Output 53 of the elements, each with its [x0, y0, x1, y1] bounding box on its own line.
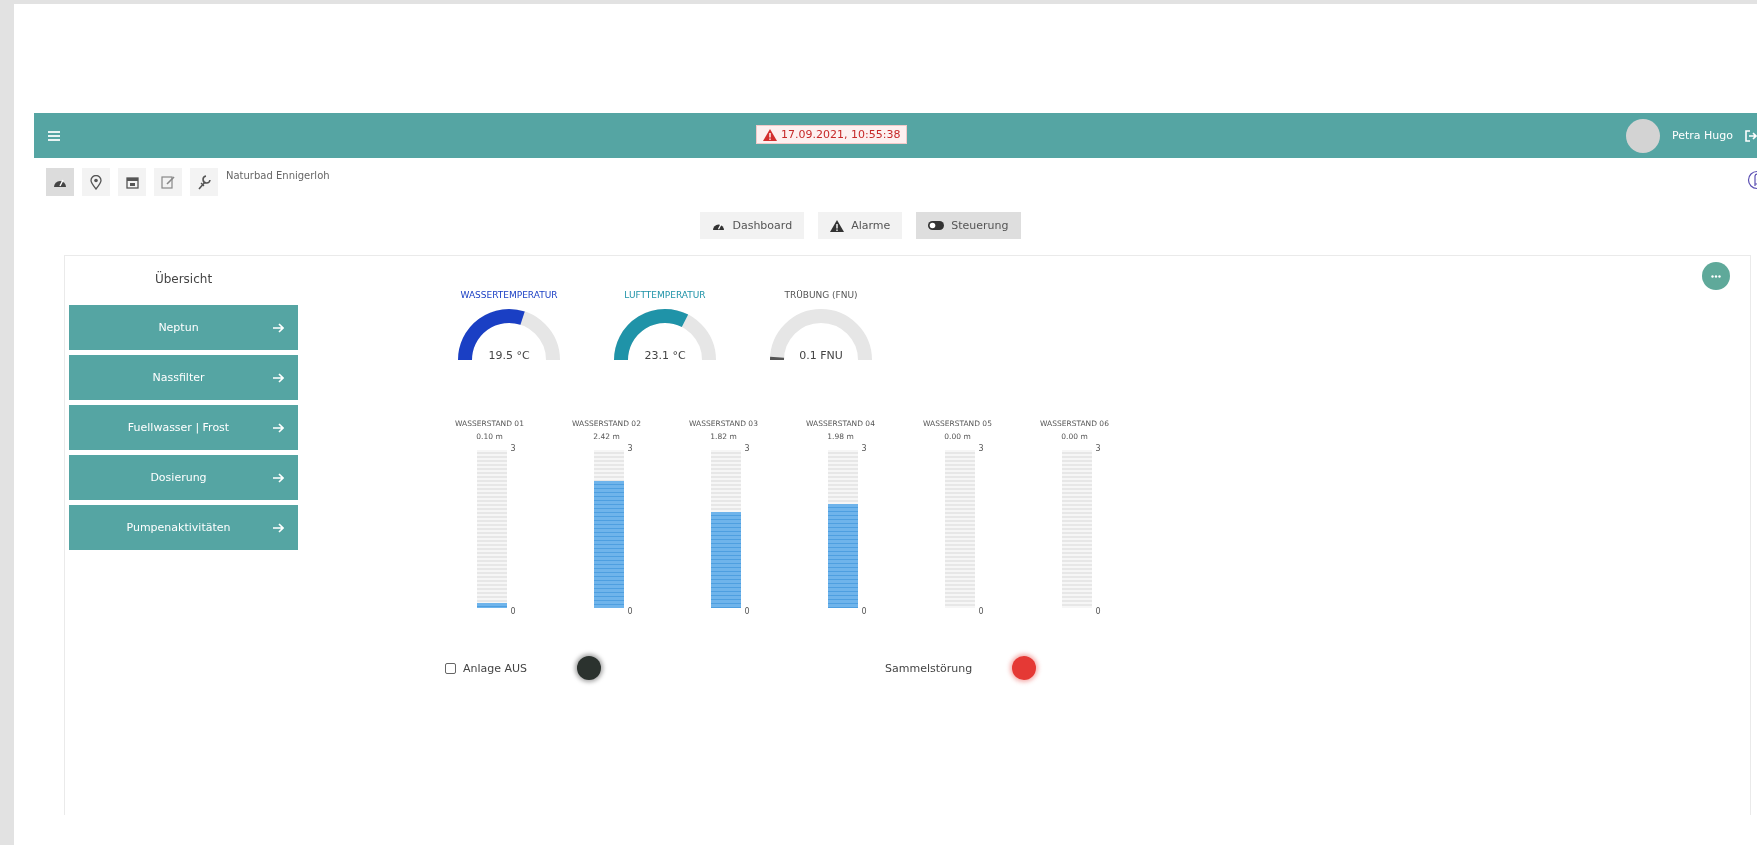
scale-min: 0: [978, 607, 984, 616]
gauge-reading: 0.1 FNU: [798, 349, 844, 362]
scale-min: 0: [627, 607, 633, 616]
sidebar-item[interactable]: Fuellwasser | Frost: [69, 405, 298, 450]
scale-min: 0: [510, 607, 516, 616]
location-pin-icon: [90, 174, 102, 190]
warning-icon: [763, 128, 777, 141]
gauge-tool-button[interactable]: [46, 168, 74, 196]
scale-max: 3: [627, 444, 633, 453]
tab[interactable]: Steuerung: [916, 212, 1021, 239]
tab[interactable]: Alarme: [818, 212, 903, 239]
scale-min: 0: [744, 607, 750, 616]
calendar-tool-button[interactable]: [118, 168, 146, 196]
logout-icon[interactable]: [1745, 129, 1757, 142]
scale-max: 3: [744, 444, 750, 453]
scale-min: 0: [1095, 607, 1101, 616]
edit-icon: [160, 175, 176, 189]
more-button[interactable]: [1702, 262, 1730, 290]
pin-tool-button[interactable]: [82, 168, 110, 196]
arrow-right-icon: [273, 372, 284, 383]
calendar-icon: [125, 175, 139, 189]
sidebar-item[interactable]: Nassfilter: [69, 355, 298, 400]
wrench-tool-button[interactable]: [190, 168, 218, 196]
sidebar-item[interactable]: Neptun: [69, 305, 298, 350]
scale-max: 3: [1095, 444, 1101, 453]
sidebar-title: Übersicht: [153, 270, 214, 288]
tab[interactable]: Dashboard: [700, 212, 805, 239]
menu-icon[interactable]: [48, 130, 60, 141]
arrow-right-icon: [273, 422, 284, 433]
gauge-label: WASSERTEMPERATUR: [460, 290, 558, 300]
gauge-reading: 19.5 °C: [487, 349, 531, 362]
more-icon: [1711, 274, 1721, 278]
sidebar-item[interactable]: Dosierung: [69, 455, 298, 500]
arrow-right-icon: [273, 322, 284, 333]
warning-icon: [830, 219, 845, 232]
arrow-right-icon: [273, 522, 284, 533]
wrench-icon: [196, 174, 212, 190]
arrow-right-icon: [273, 472, 284, 483]
toggle-icon: [928, 221, 945, 230]
gauge-label: LUFTTEMPERATUR: [624, 290, 706, 300]
gauge-reading: 23.1 °C: [643, 349, 687, 362]
status-label: Sammelstörung: [885, 661, 973, 675]
scale-max: 3: [978, 444, 984, 453]
sidebar-item[interactable]: Pumpenaktivitäten: [69, 505, 298, 550]
site-name: Naturbad Ennigerloh: [226, 170, 330, 181]
checkbox-label: Anlage AUS: [463, 661, 528, 675]
user-name[interactable]: Petra Hugo: [1671, 129, 1733, 142]
gauge-label: TRÜBUNG (FNU): [784, 290, 858, 300]
scale-max: 3: [861, 444, 867, 453]
scale-max: 3: [510, 444, 516, 453]
checkbox[interactable]: [445, 662, 456, 674]
scale-min: 0: [861, 607, 867, 616]
alarm-badge[interactable]: 17.09.2021, 10:55:38: [756, 125, 908, 144]
